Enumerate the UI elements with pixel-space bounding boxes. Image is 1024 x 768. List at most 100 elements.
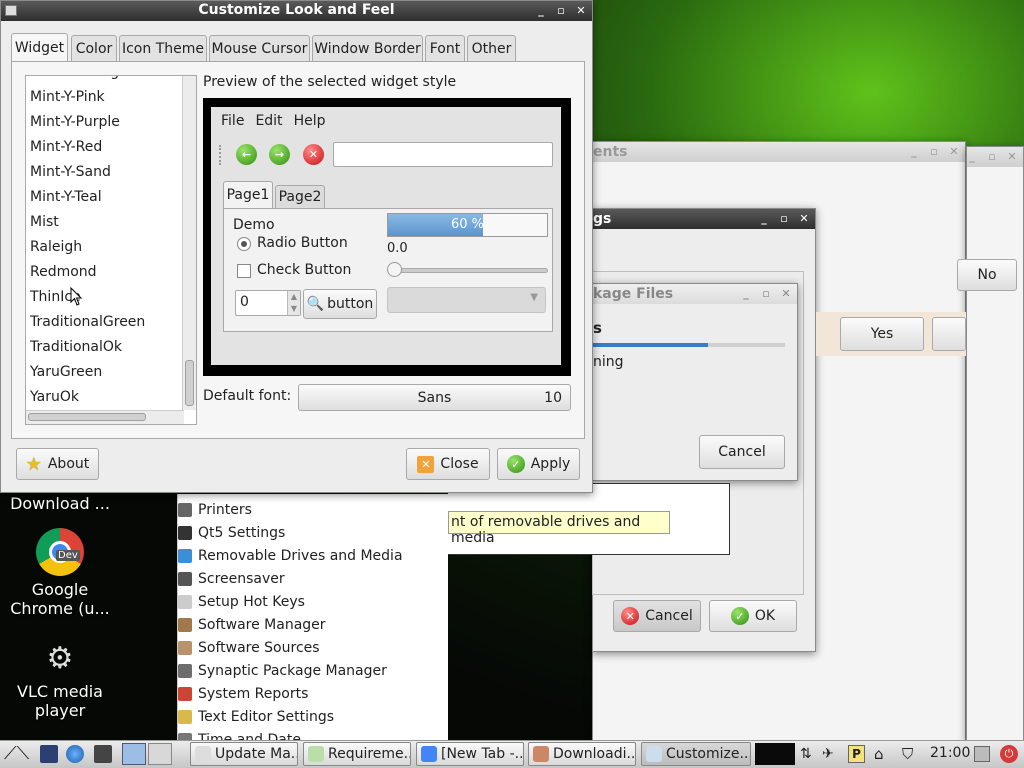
minimize-icon[interactable]: _: [965, 149, 979, 164]
spin-button[interactable]: 0 ▲ ▼: [235, 290, 301, 316]
background-window-package-files[interactable]: kage Files _ ▫ ✕ s ning Cancel: [592, 283, 798, 481]
vertical-scrollbar[interactable]: [182, 76, 196, 410]
ok-button[interactable]: ✓ OK: [709, 600, 797, 632]
customize-look-and-feel-dialog[interactable]: Customize Look and Feel _ ▫ ✕ Widget Color…: [0, 0, 593, 493]
menu-item[interactable]: Software Manager: [178, 613, 448, 636]
theme-list-item[interactable]: TraditionalGreen: [30, 314, 145, 330]
taskbar-task[interactable]: Requireme...: [303, 742, 411, 766]
workspace-1[interactable]: [122, 743, 146, 765]
preview-combo[interactable]: ▼: [387, 287, 546, 313]
font-button[interactable]: Sans 10: [298, 384, 571, 411]
menu-file[interactable]: File: [221, 113, 244, 129]
theme-list-item[interactable]: Mint-Y-Purple: [30, 114, 120, 130]
scrollbar-thumb[interactable]: [185, 360, 194, 406]
tab-icon-theme[interactable]: Icon Theme: [119, 35, 207, 62]
taskbar-task[interactable]: [New Tab -...: [416, 742, 524, 766]
theme-list-item[interactable]: Mint-Y-Red: [30, 139, 102, 155]
tab-window-border[interactable]: Window Border: [312, 35, 423, 62]
preview-button[interactable]: 🔍 button: [303, 289, 377, 319]
tab-mouse-cursor[interactable]: Mouse Cursor: [209, 35, 310, 62]
taskbar-task[interactable]: Update Ma...: [190, 742, 298, 766]
tab-font[interactable]: Font: [425, 35, 465, 62]
tab-widget[interactable]: Widget: [11, 33, 68, 62]
menu-item[interactable]: Software Sources: [178, 636, 448, 659]
menu-item[interactable]: Qt5 Settings: [178, 521, 448, 544]
menu-item[interactable]: Text Editor Settings: [178, 705, 448, 728]
power-icon[interactable]: ⏻: [1000, 745, 1018, 763]
menu-edit[interactable]: Edit: [255, 113, 282, 129]
forward-arrow-icon[interactable]: →: [269, 144, 290, 165]
menu-item[interactable]: Setup Hot Keys: [178, 590, 448, 613]
taskbar-task[interactable]: Downloadi...: [528, 742, 636, 766]
minimize-icon[interactable]: _: [534, 3, 548, 18]
close-icon[interactable]: ✕: [947, 144, 961, 159]
tab-color[interactable]: Color: [71, 35, 117, 62]
menu-item[interactable]: Synaptic Package Manager: [178, 659, 448, 682]
dialog-titlebar[interactable]: Customize Look and Feel _ ▫ ✕: [1, 1, 592, 21]
taskbar-task[interactable]: Customize...: [641, 742, 751, 766]
no-button-partial[interactable]: [932, 317, 966, 351]
clock[interactable]: 21:00: [930, 745, 970, 761]
theme-list-item[interactable]: Raleigh: [30, 239, 82, 255]
maximize-icon[interactable]: ▫: [985, 149, 999, 164]
workspace-2[interactable]: [148, 743, 172, 765]
user-icon[interactable]: [974, 746, 990, 762]
close-icon[interactable]: ✕: [574, 3, 588, 18]
about-button[interactable]: ★ About: [16, 448, 99, 480]
updates-icon[interactable]: ⌂: [874, 745, 892, 763]
scale-trough[interactable]: [387, 268, 548, 273]
theme-list-item[interactable]: TraditionalOk: [30, 339, 122, 355]
menu-item[interactable]: Printers: [178, 498, 448, 521]
theme-list-item[interactable]: Mist: [30, 214, 59, 230]
browser-launcher-icon[interactable]: [66, 745, 84, 763]
minimize-icon[interactable]: _: [907, 144, 921, 159]
close-icon[interactable]: ✕: [797, 211, 811, 226]
theme-list-item[interactable]: Mint-Y-Orange: [30, 76, 128, 80]
network-icon[interactable]: ⇅: [800, 746, 816, 762]
close-icon[interactable]: ✕: [779, 286, 793, 301]
cancel-button[interactable]: Cancel: [699, 435, 785, 469]
theme-list[interactable]: Mint-Y-Orange Mint-Y-Pink Mint-Y-Purple Min…: [25, 75, 197, 425]
desktop-icon-vlc[interactable]: ⚙ VLC media player: [0, 644, 120, 721]
close-button[interactable]: ✕ Close: [406, 448, 490, 480]
apply-button[interactable]: ✓ Apply: [497, 448, 580, 480]
preview-tab-page2[interactable]: Page2: [275, 185, 325, 209]
desktop-icon-download[interactable]: Download ...: [0, 494, 120, 513]
minimize-icon[interactable]: _: [739, 286, 753, 301]
back-arrow-icon[interactable]: ←: [236, 144, 257, 165]
maximize-icon[interactable]: ▫: [777, 211, 791, 226]
theme-list-item[interactable]: Mint-Y-Sand: [30, 164, 111, 180]
start-menu-icon[interactable]: ⟋⟍: [4, 744, 34, 764]
minimize-icon[interactable]: _: [757, 211, 771, 226]
menu-item[interactable]: System Reports: [178, 682, 448, 705]
theme-list-item[interactable]: Mint-Y-Pink: [30, 89, 105, 105]
theme-list-item[interactable]: Redmond: [30, 264, 97, 280]
maximize-icon[interactable]: ▫: [554, 3, 568, 18]
window-titlebar[interactable]: _ ▫ ✕: [967, 147, 1023, 167]
menu-help[interactable]: Help: [294, 113, 326, 129]
shield-icon[interactable]: ⛉: [902, 745, 920, 763]
show-desktop-icon[interactable]: [40, 745, 58, 763]
package-icon[interactable]: P: [848, 745, 865, 763]
window-titlebar[interactable]: ents _ ▫ ✕: [593, 142, 965, 162]
stop-icon[interactable]: ✕: [303, 144, 324, 165]
theme-list-item[interactable]: Mint-Y-Teal: [30, 189, 102, 205]
background-window-right[interactable]: _ ▫ ✕ No: [957, 146, 1024, 742]
maximize-icon[interactable]: ▫: [759, 286, 773, 301]
window-titlebar[interactable]: kage Files _ ▫ ✕: [593, 284, 797, 304]
preview-entry[interactable]: [333, 142, 553, 167]
window-titlebar[interactable]: gs _ ▫ ✕: [593, 209, 815, 229]
menu-item[interactable]: Screensaver: [178, 567, 448, 590]
radio-button[interactable]: [237, 237, 251, 251]
desktop-icon-google-chrome[interactable]: Google Chrome (u... Dev: [0, 528, 120, 618]
theme-list-item[interactable]: YaruOk: [30, 389, 79, 405]
horizontal-scrollbar[interactable]: [26, 410, 184, 424]
close-icon[interactable]: ✕: [1005, 149, 1019, 164]
scrollbar-thumb[interactable]: [28, 413, 146, 421]
check-button[interactable]: [237, 264, 251, 278]
theme-list-item[interactable]: YaruGreen: [30, 364, 102, 380]
no-button[interactable]: No: [957, 259, 1017, 291]
file-manager-icon[interactable]: [94, 745, 112, 763]
menu-item[interactable]: Removable Drives and Media: [178, 544, 448, 567]
spin-arrows-icon[interactable]: ▲ ▼: [287, 291, 300, 315]
